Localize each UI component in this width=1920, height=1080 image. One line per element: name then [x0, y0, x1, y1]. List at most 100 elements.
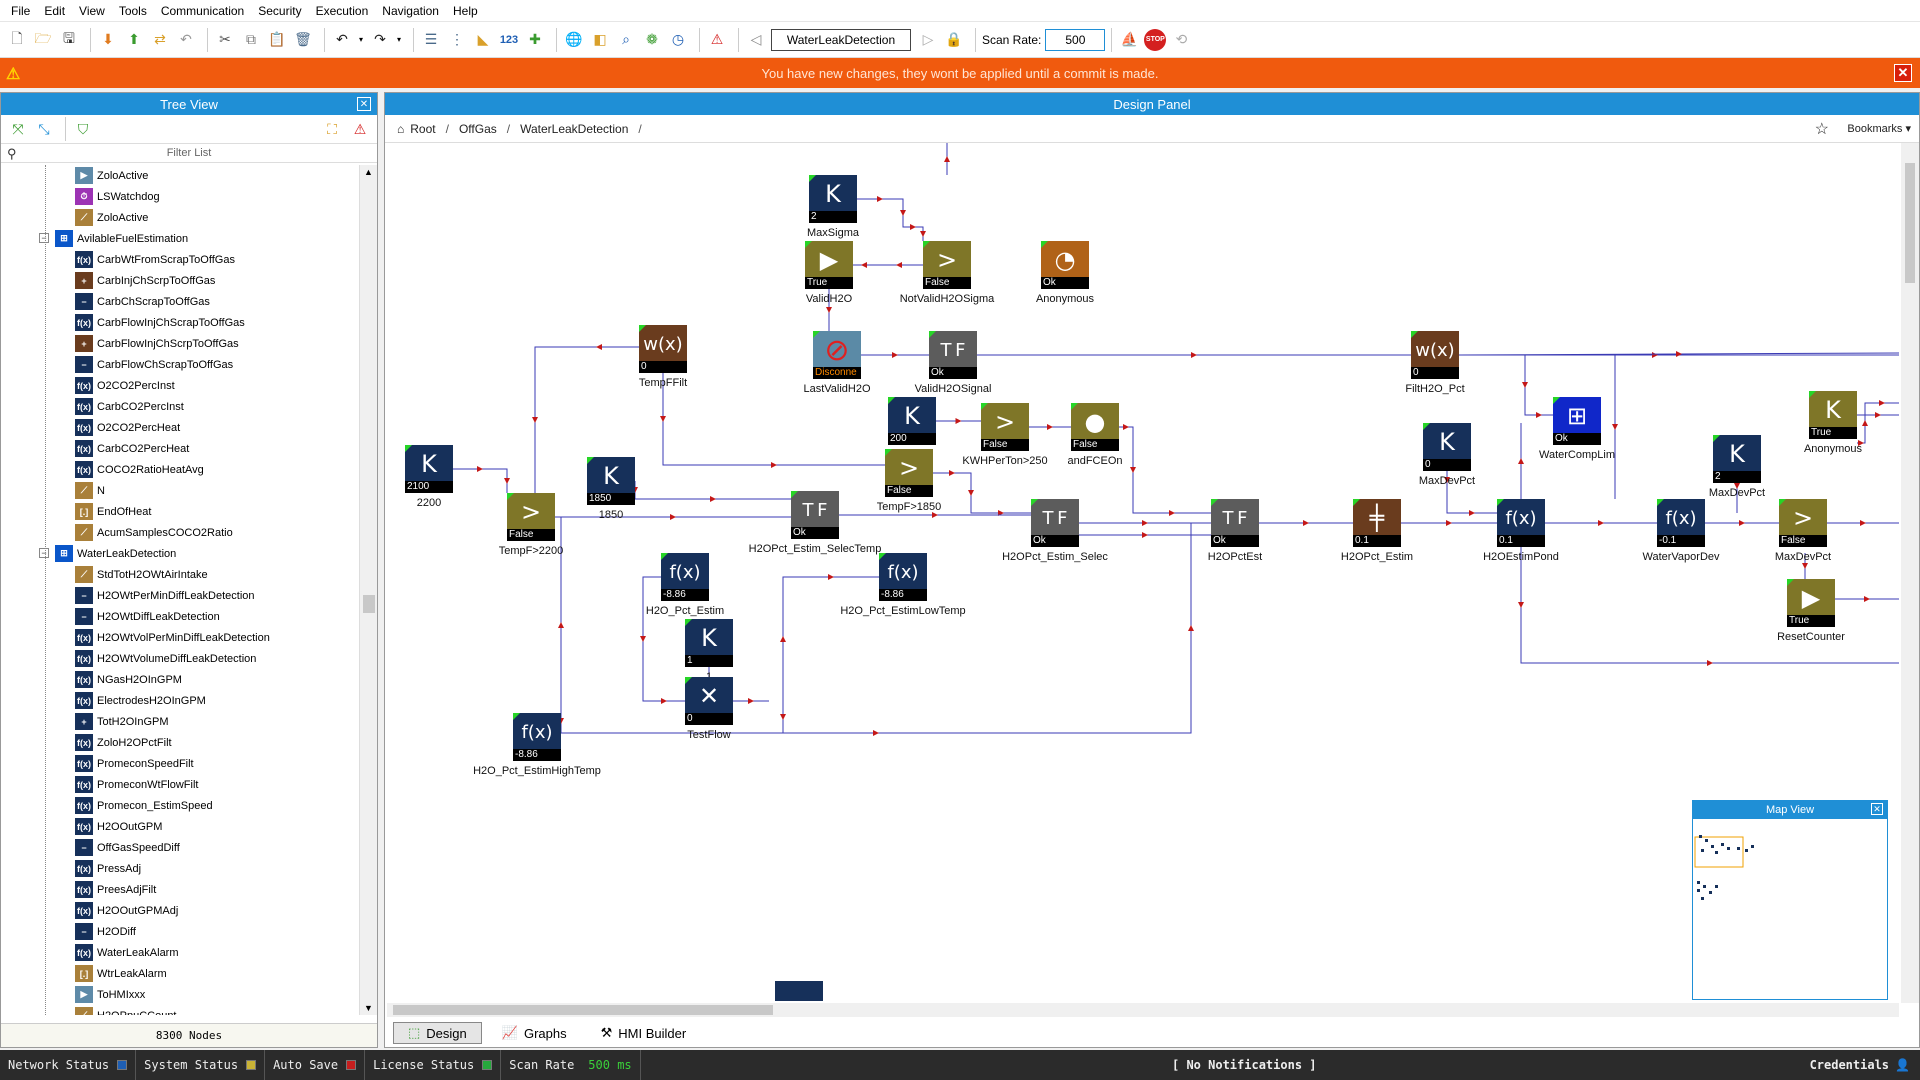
wire[interactable]: [1524, 355, 1553, 416]
forward-icon[interactable]: ▷: [917, 29, 939, 51]
system-status[interactable]: System Status: [136, 1050, 266, 1080]
tree-item[interactable]: [.] WtrLeakAlarm: [1, 963, 359, 984]
tree-item[interactable]: − ⊞ WaterLeakDetection: [1, 543, 359, 564]
new-file-icon[interactable]: 🗋: [6, 29, 28, 51]
tree-item[interactable]: f(x) WaterLeakAlarm: [1, 942, 359, 963]
tree-scrollbar[interactable]: ▲ ▼: [359, 165, 377, 1015]
tree-item[interactable]: − ⊞ AvilableFuelEstimation: [1, 228, 359, 249]
tree-item[interactable]: + CarbInjChScrpToOffGas: [1, 270, 359, 291]
back-icon[interactable]: ◁: [745, 29, 767, 51]
block-maxdevpct1[interactable]: K0: [1423, 423, 1471, 471]
tree-item[interactable]: f(x) Promecon_EstimSpeed: [1, 795, 359, 816]
number-icon[interactable]: 123: [498, 29, 520, 51]
wire[interactable]: [933, 472, 1031, 514]
ruler-icon[interactable]: ◣: [472, 29, 494, 51]
breadcrumb-root[interactable]: Root: [410, 122, 435, 136]
collapse-node-icon[interactable]: −: [39, 233, 49, 243]
search-icon[interactable]: ⌕: [615, 29, 637, 51]
block-maxdevpctcmp[interactable]: > False: [1779, 499, 1827, 547]
credentials[interactable]: Credentials 👤: [1810, 1058, 1910, 1072]
tree-item[interactable]: − CarbChScrapToOffGas: [1, 291, 359, 312]
menu-file[interactable]: File: [4, 4, 37, 18]
block-estimselec[interactable]: T F Ok: [1031, 499, 1079, 547]
tree-item[interactable]: − H2OWtDiffLeakDetection: [1, 606, 359, 627]
run-icon[interactable]: ⛵: [1118, 29, 1140, 51]
tree-item[interactable]: f(x) NGasH2OInGPM: [1, 669, 359, 690]
block-resetcounter[interactable]: ▶ True: [1787, 579, 1835, 627]
block-testflow[interactable]: ✕ 0: [685, 677, 733, 725]
block-h2opctestim[interactable]: ╪ 0.1: [1353, 499, 1401, 547]
block-validh2osignal[interactable]: T F Ok: [929, 331, 977, 379]
tree-item[interactable]: f(x) H2OWtVolPerMinDiffLeakDetection: [1, 627, 359, 648]
tree-item[interactable]: f(x) ZoloH2OPctFilt: [1, 732, 359, 753]
block-kwhperton[interactable]: > False: [981, 403, 1029, 451]
save-icon[interactable]: 🖫: [58, 29, 80, 51]
breadcrumb-offgas[interactable]: OffGas: [459, 122, 497, 136]
block-anonymous1[interactable]: ◔ Ok: [1041, 241, 1089, 289]
block-anonymous2[interactable]: K True: [1809, 391, 1857, 439]
tab-hmi-builder[interactable]: ⚒ HMI Builder: [587, 1022, 701, 1044]
tree-item[interactable]: f(x) PromeconWtFlowFilt: [1, 774, 359, 795]
program-name-field[interactable]: WaterLeakDetection: [771, 28, 911, 51]
tree-item[interactable]: ⟋ N: [1, 480, 359, 501]
map-view[interactable]: Map View ✕: [1692, 800, 1888, 1000]
clock-icon[interactable]: ◷: [667, 29, 689, 51]
tree-item[interactable]: ⟋ ZoloActive: [1, 207, 359, 228]
scan-rate-input[interactable]: 500: [1045, 28, 1106, 51]
download-icon[interactable]: ⬇: [97, 29, 119, 51]
menu-view[interactable]: View: [72, 4, 112, 18]
block-k1[interactable]: K1: [685, 619, 733, 667]
auto-save-status[interactable]: Auto Save: [265, 1050, 366, 1080]
menu-edit[interactable]: Edit: [37, 4, 72, 18]
wire[interactable]: [634, 481, 791, 500]
puzzle-icon[interactable]: ✚: [524, 29, 546, 51]
chevron-down-icon[interactable]: ▾: [395, 29, 403, 51]
block-h2opctestimf[interactable]: f(x) -8.86: [661, 553, 709, 601]
shapes-icon[interactable]: ◧: [589, 29, 611, 51]
block-maxsigma[interactable]: K2: [809, 175, 857, 223]
tree-item[interactable]: f(x) O2CO2PercInst: [1, 375, 359, 396]
block-filth2opct[interactable]: w(x) 0: [1411, 331, 1459, 379]
tree-item[interactable]: ▶ ZoloActive: [1, 165, 359, 186]
tree-item[interactable]: + TotH2OInGPM: [1, 711, 359, 732]
scroll-up-icon[interactable]: ▲: [364, 167, 373, 177]
scroll-thumb[interactable]: [393, 1005, 773, 1015]
hierarchy-icon[interactable]: ⛶: [321, 118, 343, 140]
wire[interactable]: [782, 576, 879, 701]
cut-icon[interactable]: ✂: [214, 29, 236, 51]
paste-icon[interactable]: 📋: [266, 29, 288, 51]
menu-tools[interactable]: Tools: [112, 4, 154, 18]
chevron-down-icon[interactable]: ▾: [357, 29, 365, 51]
tree-item[interactable]: ⟋ StdTotH2OWtAirIntake: [1, 564, 359, 585]
notifications[interactable]: [ No Notifications ]: [1172, 1058, 1317, 1072]
block-estimhightemp[interactable]: f(x) -8.86: [513, 713, 561, 761]
tree-item[interactable]: f(x) COCO2RatioHeatAvg: [1, 459, 359, 480]
block-selectemp[interactable]: T F Ok: [791, 491, 839, 539]
tree-icon[interactable]: ⋮: [446, 29, 468, 51]
block-notvalidh2osigma[interactable]: > False: [923, 241, 971, 289]
map-view-minimap[interactable]: [1693, 819, 1887, 999]
canvas-horizontal-scrollbar[interactable]: [387, 1003, 1899, 1017]
stop-icon[interactable]: STOP: [1144, 28, 1167, 51]
breadcrumb-waterleakdetection[interactable]: WaterLeakDetection: [520, 122, 628, 136]
undo-icon[interactable]: ↶: [331, 29, 353, 51]
star-icon[interactable]: ☆: [1815, 119, 1829, 139]
filter-list-input[interactable]: ⚲ Filter List: [1, 143, 377, 163]
tree-item[interactable]: f(x) H2OWtVolumeDiffLeakDetection: [1, 648, 359, 669]
block-k2200[interactable]: K 2100: [405, 445, 453, 493]
palette-icon[interactable]: ❁: [641, 29, 663, 51]
block-h2opctest[interactable]: T F Ok: [1211, 499, 1259, 547]
tree-item[interactable]: f(x) CarbCO2PercInst: [1, 396, 359, 417]
wire[interactable]: [453, 468, 508, 493]
collapse-node-icon[interactable]: −: [39, 548, 49, 558]
block-lastvalidh2o[interactable]: ⊘ Disconne: [813, 331, 861, 379]
block-estimlowtemp[interactable]: f(x) -8.86: [879, 553, 927, 601]
design-canvas[interactable]: K 2 MaxSigma ▶ True ValidH2O > False NotValidH2O…: [385, 143, 1899, 1001]
tree-item[interactable]: f(x) PromeconSpeedFilt: [1, 753, 359, 774]
scroll-down-icon[interactable]: ▼: [364, 1003, 373, 1013]
block-h2oestimpond[interactable]: f(x) 0.1: [1497, 499, 1545, 547]
block-maxdevpct2[interactable]: K2: [1713, 435, 1761, 483]
tree-item[interactable]: f(x) ElectrodesH2OInGPM: [1, 690, 359, 711]
delete-icon[interactable]: 🗑: [292, 29, 314, 51]
scroll-thumb[interactable]: [363, 595, 375, 613]
